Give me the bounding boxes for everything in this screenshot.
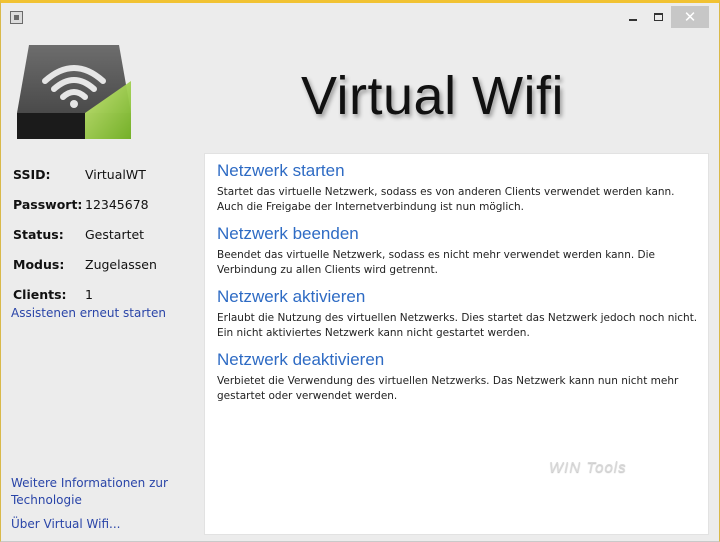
action-stop-network: Netzwerk beenden Beendet das virtuelle N…: [217, 224, 702, 278]
app-icon[interactable]: [10, 11, 23, 24]
action-start-network: Netzwerk starten Startet das virtuelle N…: [217, 161, 702, 215]
start-network-link[interactable]: Netzwerk starten: [217, 161, 702, 181]
watermark-logo: WIN Tools: [549, 459, 627, 476]
password-label: Passwort:: [13, 196, 83, 212]
action-disable-network: Netzwerk deaktivieren Verbietet die Verw…: [217, 350, 702, 404]
wifi-device-icon: [17, 45, 131, 139]
action-enable-network: Netzwerk aktivieren Erlaubt die Nutzung …: [217, 287, 702, 341]
restart-wizard-link[interactable]: Assistenen erneut starten: [11, 306, 166, 320]
title-bar[interactable]: ✕: [1, 3, 719, 33]
close-button[interactable]: ✕: [671, 6, 709, 28]
info-row-ssid: SSID: VirtualWT: [13, 159, 198, 189]
app-window: ✕ Virtual Wifi SSID: VirtualWT Passwort:…: [0, 0, 720, 542]
app-title: Virtual Wifi: [301, 66, 565, 126]
ssid-value: VirtualWT: [85, 166, 146, 182]
password-value: 12345678: [85, 196, 149, 212]
enable-network-link[interactable]: Netzwerk aktivieren: [217, 287, 702, 307]
stop-network-link[interactable]: Netzwerk beenden: [217, 224, 702, 244]
status-label: Status:: [13, 226, 64, 242]
ssid-label: SSID:: [13, 166, 51, 182]
about-link[interactable]: Über Virtual Wifi...: [11, 517, 121, 531]
info-row-status: Status: Gestartet: [13, 219, 198, 249]
disable-network-description: Verbietet die Verwendung des virtuellen …: [217, 375, 679, 402]
maximize-button[interactable]: [650, 7, 666, 27]
actions-panel: Netzwerk starten Startet das virtuelle N…: [204, 153, 709, 535]
mode-label: Modus:: [13, 256, 65, 272]
info-row-clients: Clients: 1: [13, 279, 198, 309]
network-info: SSID: VirtualWT Passwort: 12345678 Statu…: [13, 159, 198, 309]
maximize-icon: [653, 13, 663, 21]
status-value: Gestartet: [85, 226, 145, 242]
minimize-icon: [629, 19, 637, 21]
clients-value: 1: [85, 286, 93, 302]
start-network-description: Startet das virtuelle Netzwerk, sodass e…: [217, 186, 675, 213]
minimize-button[interactable]: [625, 7, 641, 27]
stop-network-description: Beendet das virtuelle Netzwerk, sodass e…: [217, 249, 655, 276]
close-icon: ✕: [683, 8, 697, 26]
info-row-mode: Modus: Zugelassen: [13, 249, 198, 279]
clients-label: Clients:: [13, 286, 67, 302]
enable-network-description: Erlaubt die Nutzung des virtuellen Netzw…: [217, 312, 698, 339]
mode-value: Zugelassen: [85, 256, 157, 272]
disable-network-link[interactable]: Netzwerk deaktivieren: [217, 350, 702, 370]
more-info-link[interactable]: Weitere Informationen zur Technologie: [11, 475, 181, 509]
info-row-password: Passwort: 12345678: [13, 189, 198, 219]
